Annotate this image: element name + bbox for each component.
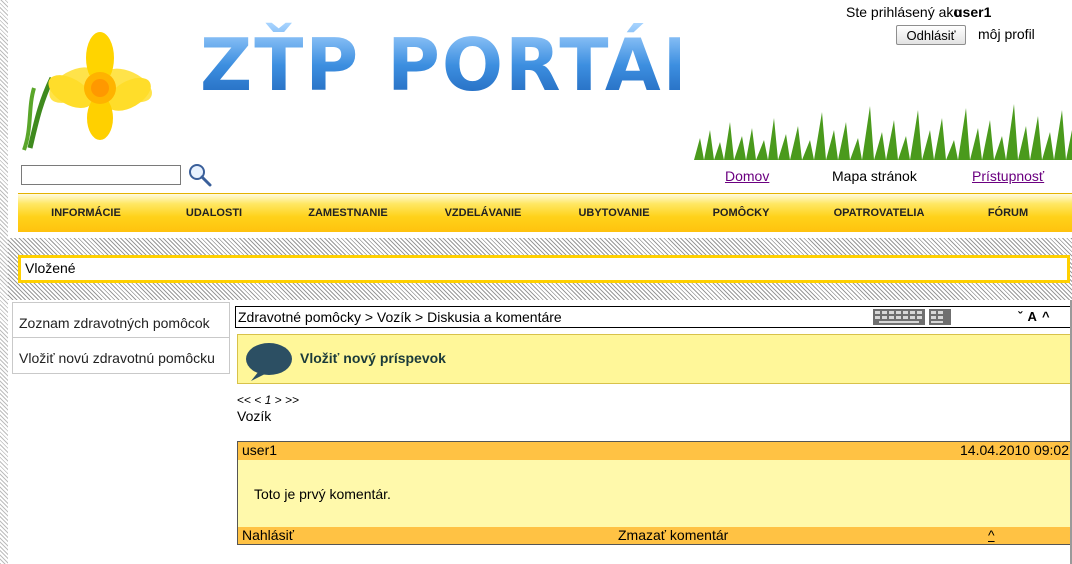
inserted-label: Vložené [21,258,1067,280]
sidebar-item-aids-list[interactable]: Zoznam zdravotných pomôcok [12,302,230,338]
sidebar-item-add-aid[interactable]: Vložiť novú zdravotnú pomôcku [12,338,230,374]
search-icon[interactable] [188,163,212,187]
nav-item-pomocky[interactable]: POMÔCKY [713,207,770,219]
nav-item-opatrovatelia[interactable]: OPATROVATELIA [834,207,925,219]
sidebar: Zoznam zdravotných pomôcok Vložiť novú z… [12,302,230,374]
pager: << < 1 > >> [237,393,299,407]
breadcrumb: Zdravotné pomôcky > Vozík > Diskusia a k… [235,306,1072,328]
left-border-pattern [0,0,8,564]
comment-author: user1 [242,442,278,458]
comment-date: 14.04.2010 09:02 [960,442,1069,458]
accessibility-link[interactable]: Prístupnosť [972,168,1044,184]
comment-header: user1 14.04.2010 09:02 [238,442,1071,460]
report-link[interactable]: Nahlásiť [242,527,294,543]
logout-button[interactable]: Odhlásiť [896,25,966,45]
comment-footer: Nahlásiť Zmazať komentár ^ [238,527,1071,544]
site-logo: ZŤP PORTÁL [200,23,680,107]
comment-text: Toto je prvý komentár. [254,486,391,502]
pager-next[interactable]: > >> [275,393,299,407]
new-post-label[interactable]: Vložiť nový príspevok [300,350,446,366]
speech-bubble-icon [246,343,292,381]
my-profile-link[interactable]: môj profil [978,26,1035,42]
nav-item-informacie[interactable]: INFORMÁCIE [51,207,121,219]
nav-item-vzdelavanie[interactable]: VZDELÁVANIE [445,207,522,219]
pager-prev[interactable]: << < [237,393,261,407]
logo-text: ZŤP PORTÁL [200,23,680,107]
new-post-panel[interactable]: Vložiť nový príspevok [237,334,1072,384]
inserted-box: Vložené [18,255,1070,283]
font-size-controls[interactable]: ˇ A ^ [1018,309,1051,324]
breadcrumb-text: Zdravotné pomôcky > Vozík > Diskusia a k… [238,309,562,325]
comment-card: user1 14.04.2010 09:02 Toto je prvý kome… [237,441,1072,545]
daffodil-logo-image [22,32,152,151]
pager-current[interactable]: 1 [265,393,272,407]
search-input[interactable] [21,165,181,185]
logged-in-label: Ste prihlásený ako [846,4,962,20]
scroll-up-link[interactable]: ^ [988,527,995,543]
keyboard-icon[interactable] [873,309,953,325]
nav-item-zamestnanie[interactable]: ZAMESTNANIE [308,207,387,219]
sitemap-link[interactable]: Mapa stránok [832,168,917,184]
main-nav: INFORMÁCIE UDALOSTI ZAMESTNANIE VZDELÁVA… [18,193,1072,232]
home-link[interactable]: Domov [725,168,769,184]
username: user1 [954,4,992,20]
discussion-subject: Vozík [237,408,272,424]
nav-item-ubytovanie[interactable]: UBYTOVANIE [578,207,649,219]
delete-comment-link[interactable]: Zmazať komentár [618,527,728,543]
nav-item-udalosti[interactable]: UDALOSTI [186,207,242,219]
nav-item-forum[interactable]: FÓRUM [988,207,1028,219]
grass-image [694,104,1072,160]
